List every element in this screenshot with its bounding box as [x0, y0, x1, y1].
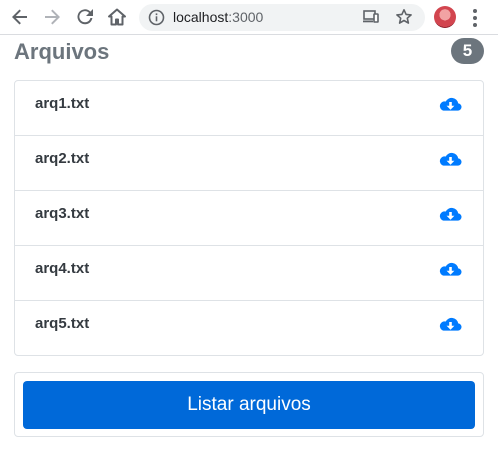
reload-icon[interactable]: [73, 5, 97, 29]
avatar[interactable]: [434, 6, 456, 28]
file-name: arq5.txt: [35, 315, 90, 332]
browser-toolbar: localhost:3000: [0, 0, 498, 35]
menu-icon[interactable]: [471, 8, 479, 28]
url-port: :3000: [228, 9, 264, 25]
file-count-badge: 5: [451, 38, 484, 64]
cloud-download-icon[interactable]: [438, 261, 463, 280]
actions-card: Listar arquivos: [14, 372, 484, 437]
file-list-item: arq2.txt: [15, 136, 483, 191]
file-name: arq3.txt: [35, 205, 90, 222]
url-text: localhost:3000: [173, 4, 263, 31]
forward-icon[interactable]: [40, 5, 64, 29]
cast-icon[interactable]: [363, 10, 379, 24]
info-icon[interactable]: [148, 9, 165, 26]
file-list-item: arq1.txt: [15, 81, 483, 136]
page-title: Arquivos: [14, 39, 110, 64]
address-bar[interactable]: localhost:3000: [139, 4, 425, 31]
cloud-download-icon[interactable]: [438, 151, 463, 170]
list-files-button[interactable]: Listar arquivos: [23, 381, 475, 429]
file-list-item: arq3.txt: [15, 191, 483, 246]
file-name: arq4.txt: [35, 260, 90, 277]
file-list: arq1.txt arq2.txt arq3.txt arq4.txt arq5…: [14, 80, 484, 356]
file-list-item: arq4.txt: [15, 246, 483, 301]
home-icon[interactable]: [105, 5, 129, 29]
cloud-download-icon[interactable]: [438, 96, 463, 115]
file-list-item: arq5.txt: [15, 301, 483, 355]
back-icon[interactable]: [8, 5, 32, 29]
cloud-download-icon[interactable]: [438, 316, 463, 335]
file-name: arq1.txt: [35, 95, 90, 112]
cloud-download-icon[interactable]: [438, 206, 463, 225]
file-name: arq2.txt: [35, 150, 90, 167]
url-host: localhost: [173, 9, 229, 25]
star-icon[interactable]: [395, 8, 413, 26]
